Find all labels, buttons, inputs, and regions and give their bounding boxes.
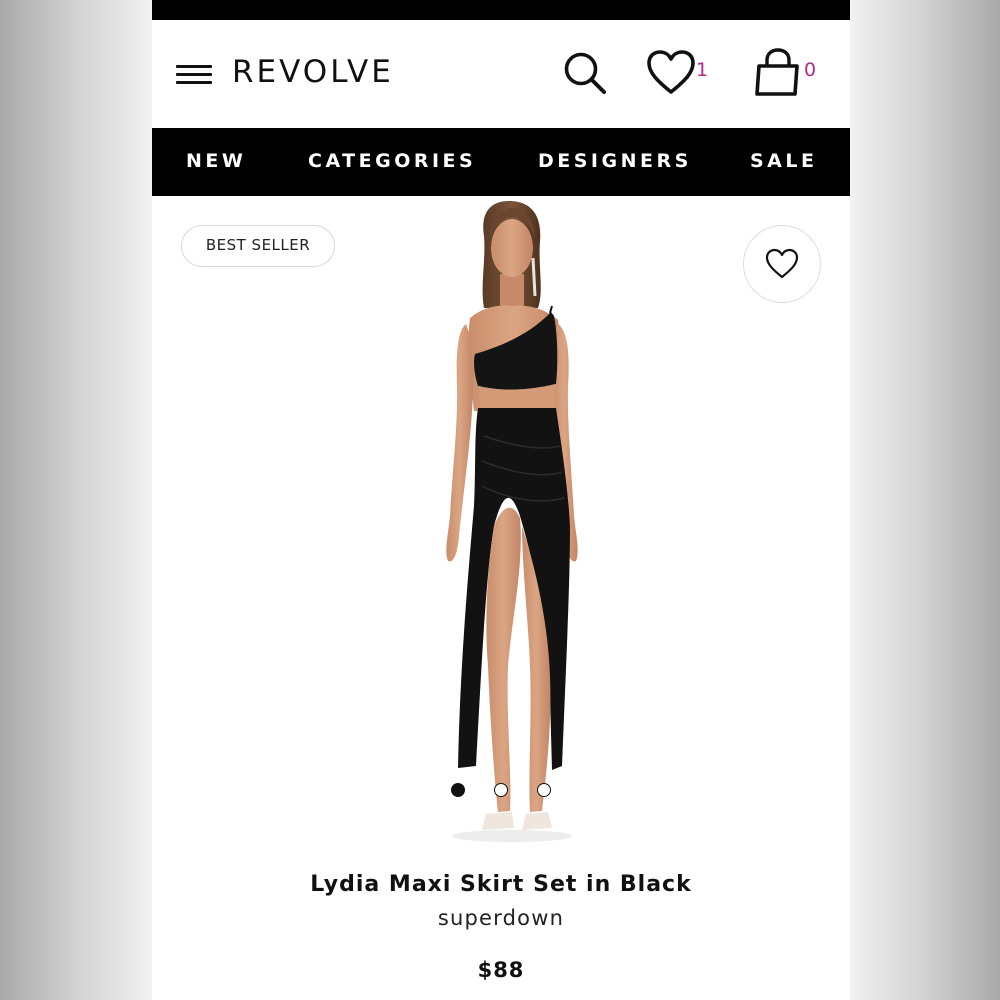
carousel-dot-2[interactable] bbox=[494, 783, 508, 797]
product-title[interactable]: Lydia Maxi Skirt Set in Black bbox=[152, 872, 850, 897]
nav-item-categories[interactable]: CATEGORIES bbox=[308, 150, 476, 172]
app-screen: REVOLVE 1 0 NEW CATEGORIES DESIGNERS SAL… bbox=[152, 0, 850, 1000]
status-bar bbox=[152, 0, 850, 20]
heart-outline-icon bbox=[765, 248, 799, 279]
category-nav: NEW CATEGORIES DESIGNERS SALE bbox=[152, 128, 850, 196]
menu-icon[interactable] bbox=[174, 61, 214, 89]
nav-item-sale[interactable]: SALE bbox=[750, 150, 817, 172]
product-image-carousel[interactable]: BEST SELLER bbox=[152, 196, 850, 860]
header: REVOLVE 1 0 bbox=[152, 20, 850, 128]
brand-logo[interactable]: REVOLVE bbox=[232, 54, 394, 90]
best-seller-badge: BEST SELLER bbox=[181, 225, 335, 267]
carousel-indicators bbox=[152, 783, 850, 799]
nav-item-new[interactable]: NEW bbox=[186, 150, 246, 172]
carousel-dot-3[interactable] bbox=[537, 783, 551, 797]
carousel-dot-1[interactable] bbox=[451, 783, 465, 797]
product-model-image bbox=[446, 200, 578, 842]
nav-item-designers[interactable]: DESIGNERS bbox=[538, 150, 692, 172]
wishlist-count-badge: 1 bbox=[696, 59, 709, 81]
heart-icon[interactable] bbox=[646, 50, 696, 96]
search-icon[interactable] bbox=[560, 48, 610, 98]
product-price: $88 bbox=[477, 958, 525, 982]
bag-count-badge: 0 bbox=[804, 59, 817, 81]
shopping-bag-icon[interactable] bbox=[754, 48, 802, 98]
product-brand[interactable]: superdown bbox=[152, 906, 850, 930]
add-to-wishlist-button[interactable] bbox=[743, 225, 821, 303]
